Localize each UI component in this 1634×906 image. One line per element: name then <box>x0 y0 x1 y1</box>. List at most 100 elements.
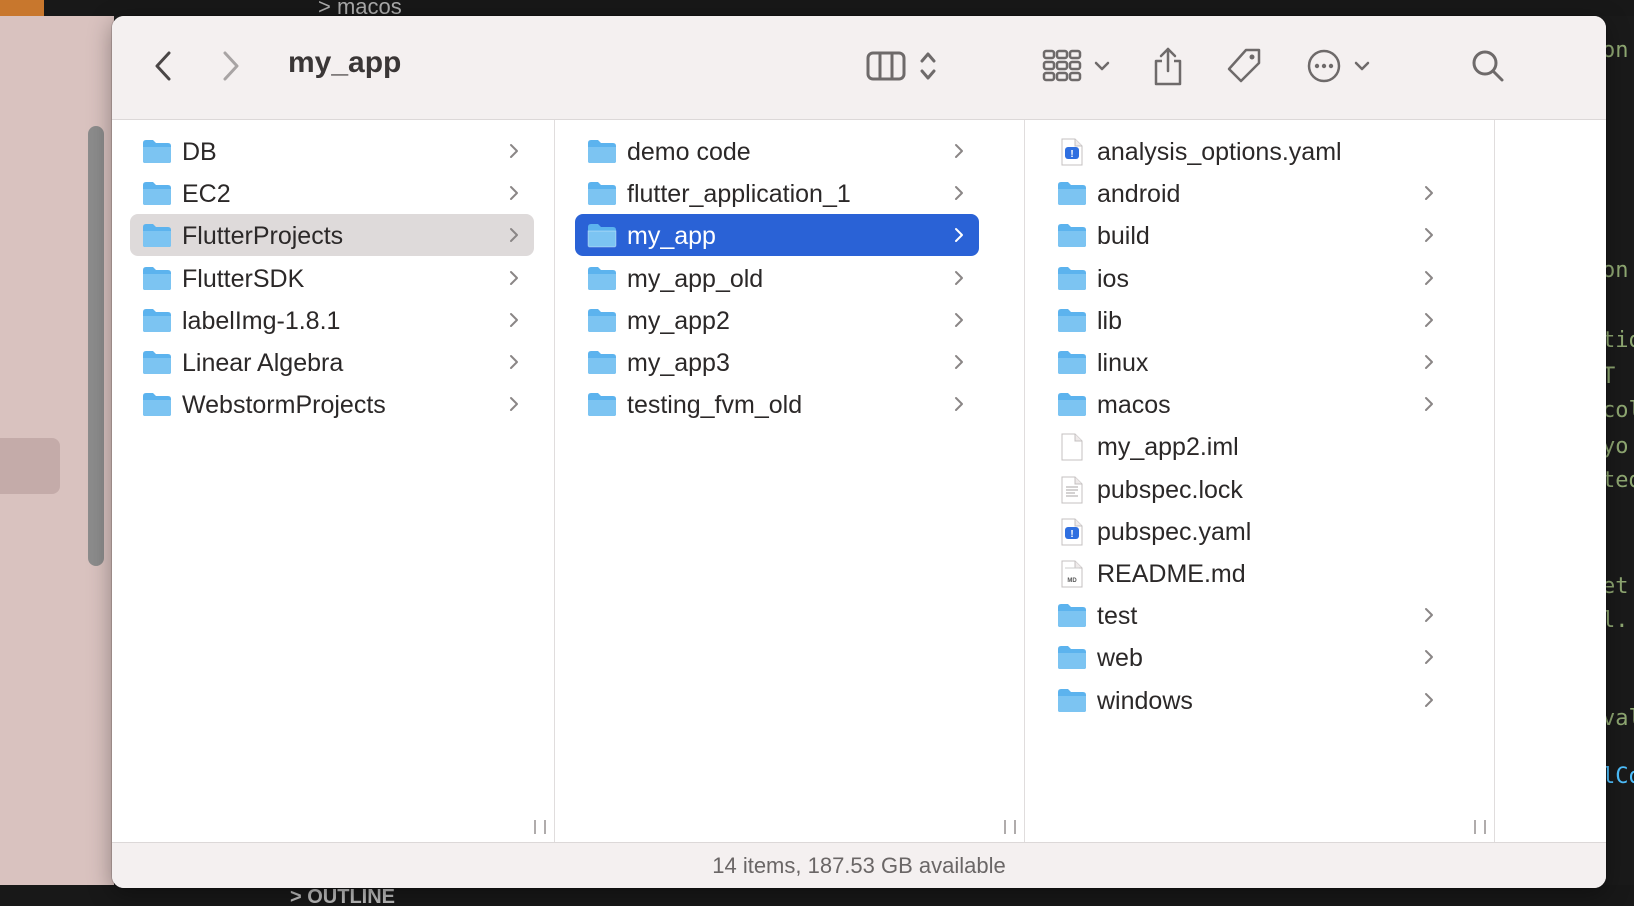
forward-icon[interactable] <box>216 46 246 86</box>
folder-row[interactable]: my_app3 <box>575 341 979 383</box>
group-icon[interactable] <box>1040 46 1084 86</box>
editor-code-fragment: lCo <box>1602 764 1634 789</box>
folder-row[interactable]: demo code <box>575 130 979 172</box>
item-name: android <box>1097 180 1181 209</box>
folder-icon <box>587 349 617 375</box>
item-name: test <box>1097 602 1138 631</box>
folder-icon <box>587 265 617 291</box>
folder-row[interactable]: FlutterProjects <box>130 214 534 257</box>
folder-icon <box>142 222 172 248</box>
folder-row[interactable]: test <box>1045 594 1449 636</box>
markdown-file-icon: MD <box>1057 560 1087 588</box>
column-browser: DB EC2 FlutterProjects FlutterSDK labelImg-1… <box>112 120 1606 842</box>
file-row[interactable]: pubspec.lock <box>1045 468 1449 510</box>
view-stepper-icon[interactable] <box>916 48 940 84</box>
file-row[interactable]: ! analysis_options.yaml <box>1045 130 1449 172</box>
column-2[interactable]: demo code flutter_application_1 my_app my_a… <box>555 120 1025 842</box>
folder-row[interactable]: lib <box>1045 299 1449 341</box>
editor-bottom-bar: > OUTLINE <box>0 885 1634 906</box>
more-icon[interactable] <box>1304 46 1344 86</box>
file-row[interactable]: my_app2.iml <box>1045 425 1449 467</box>
item-name: FlutterSDK <box>182 264 305 293</box>
folder-row[interactable]: android <box>1045 172 1449 214</box>
search-icon[interactable] <box>1468 46 1508 86</box>
editor-code-fragment: ted <box>1602 468 1634 493</box>
editor-code-fragment: tio <box>1602 328 1634 353</box>
item-name: labelImg-1.8.1 <box>182 306 341 335</box>
chevron-right-icon <box>1423 184 1435 202</box>
folder-icon <box>142 349 172 375</box>
chevron-right-icon <box>508 311 520 329</box>
column-resize-handle[interactable] <box>1474 820 1486 834</box>
item-name: pubspec.yaml <box>1097 517 1252 546</box>
folder-icon <box>1057 349 1087 375</box>
item-name: README.md <box>1097 560 1246 588</box>
folder-row[interactable]: build <box>1045 214 1449 256</box>
share-icon[interactable] <box>1148 42 1188 90</box>
column-resize-handle[interactable] <box>1004 820 1016 834</box>
folder-row[interactable]: Linear Algebra <box>130 341 534 383</box>
item-name: my_app2.iml <box>1097 433 1239 462</box>
editor-code-fragment: val <box>1602 706 1634 731</box>
chevron-right-icon <box>508 184 520 202</box>
more-chevron-down-icon[interactable] <box>1352 56 1372 76</box>
folder-row[interactable]: macos <box>1045 383 1449 425</box>
back-icon[interactable] <box>148 46 178 86</box>
status-bar: 14 items, 187.53 GB available <box>112 842 1606 888</box>
svg-text:MD: MD <box>1067 578 1077 584</box>
folder-row[interactable]: web <box>1045 636 1449 678</box>
chevron-right-icon <box>953 311 965 329</box>
folder-icon <box>587 180 617 206</box>
folder-row[interactable]: flutter_application_1 <box>575 172 979 214</box>
tag-icon[interactable] <box>1222 44 1266 88</box>
background-sidebar <box>0 16 114 885</box>
folder-row[interactable]: ios <box>1045 257 1449 299</box>
folder-icon <box>142 138 172 164</box>
folder-row[interactable]: labelImg-1.8.1 <box>130 299 534 341</box>
item-name: flutter_application_1 <box>627 180 851 209</box>
item-name: linux <box>1097 349 1149 377</box>
item-name: lib <box>1097 306 1123 335</box>
chevron-right-icon <box>508 269 520 287</box>
background-scrollbar[interactable] <box>88 126 104 566</box>
folder-row[interactable]: FlutterSDK <box>130 257 534 299</box>
folder-row[interactable]: my_app <box>575 214 979 257</box>
item-name: build <box>1097 222 1150 251</box>
column-resize-handle[interactable] <box>534 820 546 834</box>
chevron-right-icon <box>953 353 965 371</box>
folder-row[interactable]: DB <box>130 130 534 172</box>
folder-row[interactable]: linux <box>1045 341 1449 383</box>
folder-icon <box>587 222 617 248</box>
column-1[interactable]: DB EC2 FlutterProjects FlutterSDK labelImg-1… <box>112 120 555 842</box>
file-icon <box>1057 433 1087 461</box>
item-name: web <box>1097 644 1143 673</box>
group-chevron-down-icon[interactable] <box>1092 56 1112 76</box>
background-sidebar-selection <box>0 438 60 494</box>
file-row[interactable]: ! pubspec.yaml <box>1045 510 1449 552</box>
item-name: testing_fvm_old <box>627 391 803 420</box>
column-3[interactable]: ! analysis_options.yamlandroid build ios lib… <box>1025 120 1495 842</box>
chevron-right-icon <box>1423 606 1435 624</box>
item-name: pubspec.lock <box>1097 475 1243 504</box>
svg-text:!: ! <box>1070 529 1073 540</box>
file-row[interactable]: MD README.md <box>1045 552 1449 594</box>
folder-row[interactable]: EC2 <box>130 172 534 214</box>
item-name: FlutterProjects <box>182 222 344 251</box>
yaml-file-icon: ! <box>1057 518 1087 546</box>
window-title: my_app <box>288 46 402 79</box>
folder-row[interactable]: WebstormProjects <box>130 383 534 425</box>
folder-icon <box>1057 602 1087 628</box>
folder-row[interactable]: testing_fvm_old <box>575 383 979 425</box>
columns-view-icon[interactable] <box>864 48 908 84</box>
folder-row[interactable]: windows <box>1045 679 1449 721</box>
folder-row[interactable]: my_app2 <box>575 299 979 341</box>
chevron-right-icon <box>953 269 965 287</box>
folder-icon <box>587 307 617 333</box>
finder-window: my_app DB EC2 FlutterProjects FlutterSDK… <box>112 16 1606 888</box>
folder-row[interactable]: my_app_old <box>575 257 979 299</box>
outline-section-label[interactable]: > OUTLINE <box>290 886 395 906</box>
chevron-right-icon <box>953 184 965 202</box>
folder-icon <box>1057 265 1087 291</box>
chevron-right-icon <box>1423 311 1435 329</box>
yaml-file-icon: ! <box>1057 138 1087 166</box>
